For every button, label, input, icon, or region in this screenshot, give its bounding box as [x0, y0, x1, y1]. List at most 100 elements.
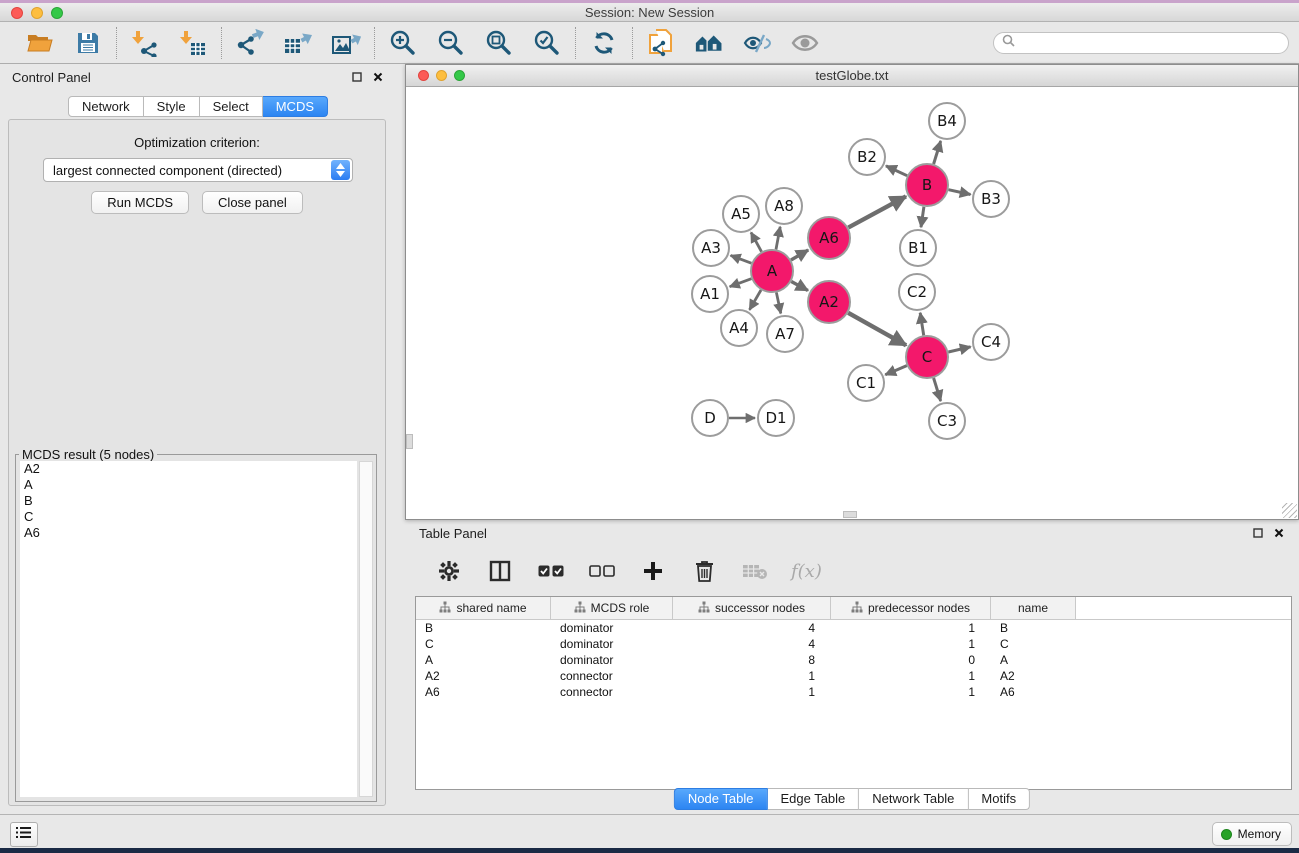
import-table-icon[interactable] [178, 28, 208, 58]
network-close-button[interactable] [418, 70, 429, 81]
deselect-all-icon[interactable] [587, 556, 617, 586]
network-node-D1[interactable]: D1 [758, 400, 794, 436]
table-row[interactable]: A6connector11A6 [416, 684, 1291, 700]
zoom-out-icon[interactable] [436, 28, 466, 58]
network-node-A1[interactable]: A1 [692, 276, 728, 312]
network-node-C2[interactable]: C2 [899, 274, 935, 310]
tab-style[interactable]: Style [144, 96, 200, 117]
edge-A-A5[interactable] [751, 232, 762, 251]
edge-B-B4[interactable] [934, 141, 941, 164]
table-settings-icon[interactable] [434, 556, 464, 586]
edge-B-B1[interactable] [921, 207, 924, 227]
network-node-A7[interactable]: A7 [767, 316, 803, 352]
export-network-icon[interactable] [235, 28, 265, 58]
tab-edge-table[interactable]: Edge Table [767, 788, 859, 810]
edge-C-C2[interactable] [920, 313, 924, 336]
edge-A-A8[interactable] [776, 227, 780, 250]
minimize-window-button[interactable] [31, 7, 43, 19]
criterion-dropdown[interactable]: largest connected component (directed) [43, 158, 353, 182]
network-node-B1[interactable]: B1 [900, 230, 936, 266]
show-columns-icon[interactable] [485, 556, 515, 586]
network-node-A5[interactable]: A5 [723, 196, 759, 232]
search-input[interactable] [1020, 36, 1280, 50]
close-window-button[interactable] [11, 7, 23, 19]
float-panel-icon[interactable] [351, 71, 363, 83]
network-node-A4[interactable]: A4 [721, 310, 757, 346]
memory-button[interactable]: Memory [1212, 822, 1292, 846]
first-neighbors-icon[interactable] [694, 28, 724, 58]
network-node-A2[interactable]: A2 [808, 281, 850, 323]
export-table-icon[interactable] [283, 28, 313, 58]
edge-C-C1[interactable] [885, 366, 907, 375]
search-field[interactable] [993, 32, 1289, 54]
table-row[interactable]: A2connector11A2 [416, 668, 1291, 684]
add-row-icon[interactable] [638, 556, 668, 586]
edge-A2-C[interactable] [848, 313, 906, 346]
edge-C-C3[interactable] [934, 378, 941, 401]
network-node-B[interactable]: B [906, 164, 948, 206]
column-header-name[interactable]: name [991, 597, 1076, 619]
edge-A-A1[interactable] [730, 279, 752, 287]
open-file-icon[interactable] [25, 28, 55, 58]
edge-B-B3[interactable] [949, 190, 971, 195]
edge-B-B2[interactable] [886, 166, 907, 176]
network-node-A6[interactable]: A6 [808, 217, 850, 259]
function-builder-icon[interactable]: f(x) [791, 561, 822, 582]
tab-network-table[interactable]: Network Table [859, 788, 968, 810]
zoom-selected-icon[interactable] [532, 28, 562, 58]
export-image-icon[interactable] [331, 28, 361, 58]
hide-selected-icon[interactable] [742, 28, 772, 58]
edge-A-A7[interactable] [776, 293, 780, 314]
save-session-icon[interactable] [73, 28, 103, 58]
edge-A-A3[interactable] [731, 255, 752, 263]
network-zoom-button[interactable] [454, 70, 465, 81]
close-panel-button[interactable]: Close panel [202, 191, 303, 214]
network-node-A3[interactable]: A3 [693, 230, 729, 266]
network-node-B3[interactable]: B3 [973, 181, 1009, 217]
run-mcds-button[interactable]: Run MCDS [91, 191, 189, 214]
table-row[interactable]: Bdominator41B [416, 620, 1291, 636]
zoom-fit-icon[interactable] [484, 28, 514, 58]
tab-node-table[interactable]: Node Table [674, 788, 768, 810]
column-header-MCDS-role[interactable]: MCDS role [551, 597, 673, 619]
select-all-icon[interactable] [536, 556, 566, 586]
zoom-in-icon[interactable] [388, 28, 418, 58]
mcds-result-list[interactable]: A2ABCA6 [20, 461, 357, 797]
delete-row-icon[interactable] [689, 556, 719, 586]
table-row[interactable]: Cdominator41C [416, 636, 1291, 652]
network-node-D[interactable]: D [692, 400, 728, 436]
network-vertical-scrollbar[interactable] [406, 434, 413, 449]
tab-network[interactable]: Network [68, 96, 144, 117]
column-header-shared-name[interactable]: shared name [416, 597, 551, 619]
network-horizontal-scrollbar[interactable] [843, 511, 857, 518]
network-node-A8[interactable]: A8 [766, 188, 802, 224]
show-all-icon[interactable] [790, 28, 820, 58]
edge-A-A4[interactable] [750, 290, 762, 310]
network-canvas[interactable]: AA1A2A3A4A5A6A7A8BB1B2B3B4CC1C2C3C4DD1 [406, 87, 1298, 519]
delete-table-icon[interactable] [740, 556, 770, 586]
network-minimize-button[interactable] [436, 70, 447, 81]
edge-A-A6[interactable] [791, 250, 808, 260]
edge-A6-B[interactable] [848, 196, 906, 227]
new-network-from-selection-icon[interactable] [646, 28, 676, 58]
close-panel-icon[interactable] [372, 71, 384, 83]
network-node-C1[interactable]: C1 [848, 365, 884, 401]
network-node-B2[interactable]: B2 [849, 139, 885, 175]
network-node-A[interactable]: A [751, 250, 793, 292]
close-table-panel-icon[interactable] [1273, 527, 1285, 539]
result-list-scrollbar[interactable] [359, 461, 373, 797]
network-resize-grip[interactable] [1282, 503, 1297, 518]
network-node-C[interactable]: C [906, 336, 948, 378]
tab-motifs[interactable]: Motifs [968, 788, 1030, 810]
network-node-C3[interactable]: C3 [929, 403, 965, 439]
float-table-panel-icon[interactable] [1252, 527, 1264, 539]
tab-select[interactable]: Select [200, 96, 263, 117]
table-row[interactable]: Adominator80A [416, 652, 1291, 668]
zoom-window-button[interactable] [51, 7, 63, 19]
column-header-predecessor-nodes[interactable]: predecessor nodes [831, 597, 991, 619]
column-header-successor-nodes[interactable]: successor nodes [673, 597, 831, 619]
network-node-B4[interactable]: B4 [929, 103, 965, 139]
tab-mcds[interactable]: MCDS [263, 96, 328, 117]
import-network-icon[interactable] [130, 28, 160, 58]
task-history-button[interactable] [10, 822, 38, 847]
